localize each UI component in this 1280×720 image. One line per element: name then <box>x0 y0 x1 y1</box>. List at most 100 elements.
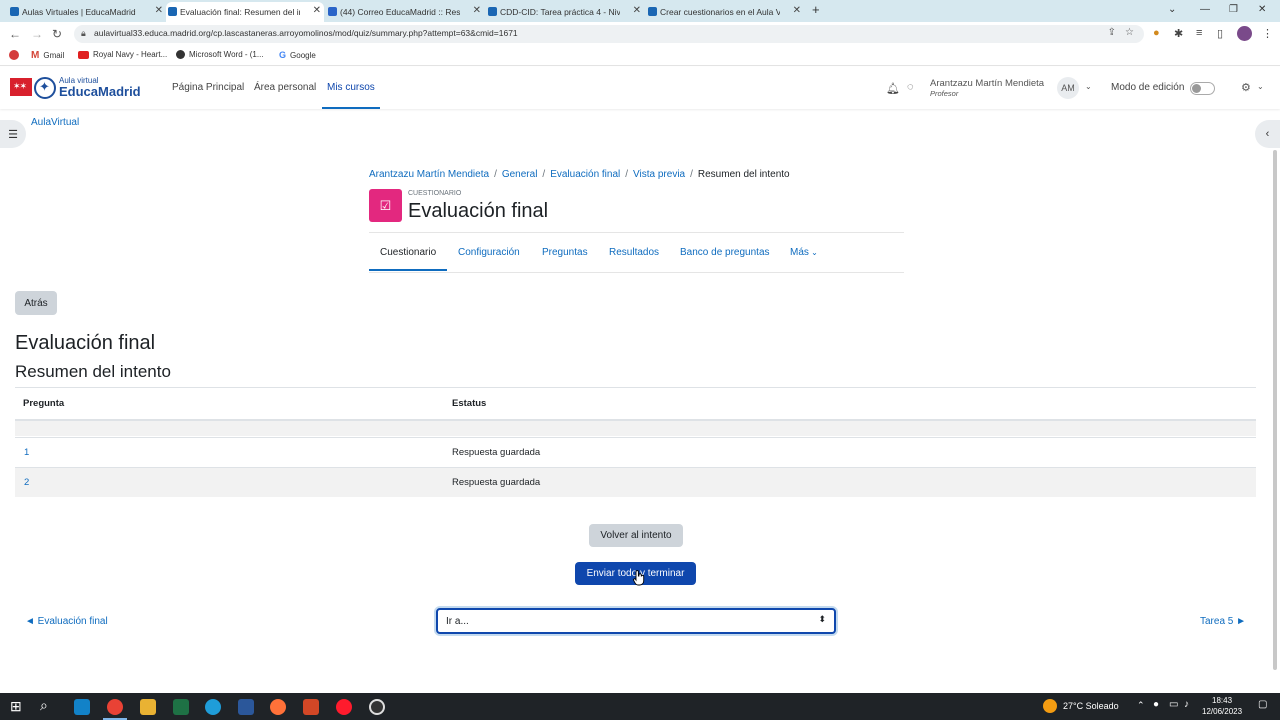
close-tab-icon[interactable]: ✕ <box>473 5 481 16</box>
obs-icon[interactable] <box>369 699 385 715</box>
side-panel-icon[interactable]: ▯ <box>1217 27 1223 40</box>
share-icon[interactable]: ⇪ <box>1108 27 1116 38</box>
bookmark-google[interactable]: G Google <box>279 50 316 60</box>
volume-icon[interactable]: ♪ <box>1184 699 1189 710</box>
edit-mode-toggle[interactable] <box>1190 82 1215 95</box>
lock-icon: 🔒︎ <box>81 28 86 38</box>
weather-text[interactable]: 27°C Soleado <box>1063 701 1119 711</box>
profile-avatar-icon[interactable] <box>1237 26 1252 41</box>
reload-icon[interactable]: ↻ <box>52 27 62 41</box>
educamadrid-favicon-icon <box>10 7 19 16</box>
close-tab-icon[interactable]: ✕ <box>313 5 321 16</box>
divider <box>369 232 904 233</box>
nav-area-personal[interactable]: Área personal <box>254 82 316 93</box>
back-button[interactable]: Atrás <box>15 291 57 315</box>
breadcrumb-item[interactable]: Vista previa <box>633 169 685 180</box>
browser-tab[interactable]: Crear cuestionarios en el Aula Vi ✕ <box>646 2 804 22</box>
notification-center-icon[interactable]: ▢ <box>1258 699 1267 710</box>
browser-tab[interactable]: Aulas Virtuales | EducaMadrid ✕ <box>8 2 166 22</box>
clock-time[interactable]: 18:43 <box>1212 696 1232 705</box>
forward-icon[interactable]: → <box>31 27 43 41</box>
course-index-toggle-icon[interactable]: ☰ <box>0 120 26 148</box>
new-tab-icon[interactable]: + <box>812 2 820 17</box>
edge-icon[interactable] <box>205 699 221 715</box>
breadcrumb-item[interactable]: Evaluación final <box>550 169 620 180</box>
tab-search-icon[interactable]: ⌄ <box>1168 4 1176 15</box>
next-activity-link[interactable]: Tarea 5 ► <box>1200 616 1246 627</box>
messages-icon[interactable]: ◌ <box>907 81 914 93</box>
tab-configuracion[interactable]: Configuración <box>458 247 520 258</box>
page-scrollbar[interactable] <box>1273 150 1277 670</box>
close-window-icon[interactable]: ✕ <box>1258 4 1266 15</box>
media-queue-icon[interactable]: ≡ <box>1196 27 1202 39</box>
browser-tab[interactable]: CDD-CID: Tarea práctica 4 - Nive ✕ <box>486 2 644 22</box>
apps-icon[interactable] <box>9 50 19 60</box>
bookmark-gmail[interactable]: M Gmail <box>31 50 64 61</box>
bookmark-star-icon[interactable]: ☆ <box>1125 27 1134 38</box>
restore-icon[interactable]: ❐ <box>1229 4 1238 15</box>
site-logo-text[interactable]: EducaMadrid <box>59 84 141 99</box>
user-menu-chevron-icon[interactable]: ⌄ <box>1085 82 1092 91</box>
aulavirtual-link[interactable]: AulaVirtual <box>31 117 79 128</box>
minimize-icon[interactable]: — <box>1200 4 1210 15</box>
settings-chevron-icon[interactable]: ⌄ <box>1257 82 1264 91</box>
table-top-border <box>15 387 1256 388</box>
url-field[interactable]: 🔒︎ aulavirtual33.educa.madrid.org/cp.las… <box>74 25 1144 43</box>
network-icon[interactable]: ▭ <box>1169 699 1178 710</box>
close-tab-icon[interactable]: ✕ <box>155 5 163 16</box>
windows-start-icon[interactable]: ⊞ <box>10 698 22 715</box>
question-number-link[interactable]: 2 <box>24 477 29 488</box>
microphone-icon[interactable]: ● <box>1153 699 1159 710</box>
site-navbar: ✶✶ ✦ Aula virtual EducaMadrid Página Pri… <box>0 67 1280 109</box>
browser-menu-icon[interactable]: ⋮ <box>1262 27 1273 40</box>
chrome-icon[interactable] <box>107 699 123 715</box>
opera-icon[interactable] <box>336 699 352 715</box>
powerpoint-icon[interactable] <box>303 699 319 715</box>
question-number-link[interactable]: 1 <box>24 447 29 458</box>
tab-cuestionario[interactable]: Cuestionario <box>380 247 436 258</box>
tab-mas[interactable]: Más ⌄ <box>790 247 818 258</box>
breadcrumb-current: Resumen del intento <box>697 169 790 180</box>
browser-tab-strip: Aulas Virtuales | EducaMadrid ✕ Evaluaci… <box>0 0 1280 22</box>
extension-icon[interactable]: ● <box>1153 27 1160 39</box>
return-to-attempt-button[interactable]: Volver al intento <box>589 524 683 547</box>
tab-banco-de-preguntas[interactable]: Banco de preguntas <box>680 247 770 258</box>
file-explorer-icon[interactable] <box>140 699 156 715</box>
block-drawer-toggle-icon[interactable]: ‹ <box>1255 120 1280 148</box>
back-icon[interactable]: ← <box>9 27 21 41</box>
jump-to-activity-select[interactable]: Ir a... ⬍ <box>436 608 836 634</box>
breadcrumb-item[interactable]: General <box>502 169 538 180</box>
firefox-icon[interactable] <box>270 699 286 715</box>
breadcrumb-item[interactable]: Arantzazu Martín Mendieta <box>369 169 489 180</box>
browser-tab-active[interactable]: Evaluación final: Resumen del int ✕ <box>166 2 324 22</box>
bookmark-royal-navy[interactable]: Royal Navy - Heart... <box>78 50 167 59</box>
question-status: Respuesta guardada <box>452 477 541 488</box>
gmail-icon: M <box>31 50 40 61</box>
skype-icon[interactable] <box>74 699 90 715</box>
nav-pagina-principal[interactable]: Página Principal <box>172 82 244 93</box>
activity-title: Evaluación final <box>408 200 549 222</box>
tab-preguntas[interactable]: Preguntas <box>542 247 588 258</box>
previous-activity-link[interactable]: ◄ Evaluación final <box>25 616 108 627</box>
close-tab-icon[interactable]: ✕ <box>633 5 641 16</box>
user-avatar[interactable]: AM <box>1057 77 1079 99</box>
comunidad-madrid-logo[interactable]: ✶✶ <box>10 78 32 96</box>
nav-active-indicator <box>322 107 380 109</box>
breadcrumb: Arantzazu Martín Mendieta / General / Ev… <box>369 169 790 180</box>
tray-chevron-icon[interactable]: ⌃ <box>1137 700 1145 711</box>
word-icon[interactable] <box>238 699 254 715</box>
bookmark-word[interactable]: Microsoft Word - (1... <box>176 50 264 59</box>
search-icon[interactable]: ⌕ <box>40 697 48 714</box>
weather-sun-icon[interactable] <box>1043 699 1057 713</box>
browser-tab[interactable]: (44) Correo EducaMadrid :: Resul ✕ <box>326 2 484 22</box>
chevron-down-icon: ⌄ <box>808 248 818 257</box>
notifications-bell-icon[interactable]: 🔔︎ <box>886 82 900 95</box>
settings-gear-icon[interactable]: ⚙ <box>1241 81 1251 94</box>
close-tab-icon[interactable]: ✕ <box>793 5 801 16</box>
mouse-cursor-icon <box>633 570 645 586</box>
puzzle-extensions-icon[interactable]: ✱ <box>1174 27 1183 40</box>
excel-icon[interactable] <box>173 699 189 715</box>
nav-mis-cursos[interactable]: Mis cursos <box>327 82 375 93</box>
tab-resultados[interactable]: Resultados <box>609 247 659 258</box>
clock-date[interactable]: 12/06/2023 <box>1202 707 1242 716</box>
